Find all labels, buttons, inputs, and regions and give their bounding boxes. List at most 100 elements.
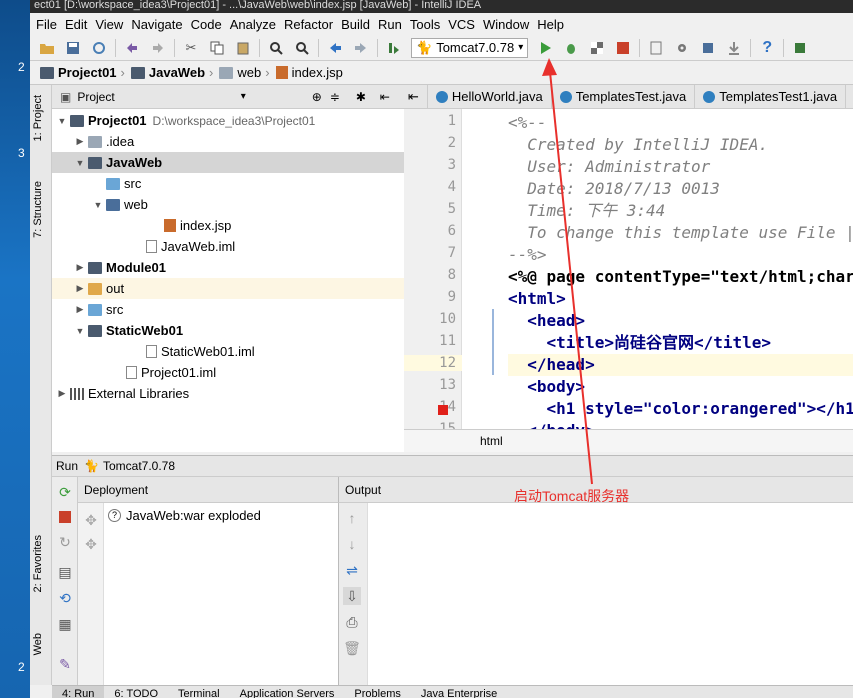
run-icon[interactable]	[535, 38, 555, 58]
menu-tools[interactable]: Tools	[406, 17, 444, 32]
chevron-down-icon[interactable]: ▾	[241, 91, 246, 102]
deployment-item[interactable]: ? JavaWeb:war exploded	[108, 508, 261, 523]
tree-item-idea[interactable]: ▶ .idea	[52, 131, 404, 152]
arrow-up-icon[interactable]: ↑	[343, 509, 361, 527]
collapsed-arrow-icon[interactable]: ▶	[56, 388, 68, 399]
tree-item-staticweb01[interactable]: ▼ StaticWeb01	[52, 320, 404, 341]
menu-code[interactable]: Code	[187, 17, 226, 32]
plugin-icon[interactable]	[790, 38, 810, 58]
tree-item-project01[interactable]: ▼ Project01 D:\workspace_idea3\Project01	[52, 110, 404, 131]
sdk-icon[interactable]	[698, 38, 718, 58]
tab-templatestest1[interactable]: TemplatesTest1.java	[695, 84, 847, 109]
bottom-tab-app-servers[interactable]: Application Servers	[230, 686, 345, 698]
tab-templatestest[interactable]: TemplatesTest.java	[552, 84, 696, 109]
menu-vcs[interactable]: VCS	[444, 17, 479, 32]
expanded-arrow-icon[interactable]: ▼	[74, 158, 86, 168]
tree-item-staticweb01-iml[interactable]: StaticWeb01.iml	[52, 341, 404, 362]
gear-icon[interactable]: ✱	[356, 90, 366, 104]
tree-item-project01-iml[interactable]: Project01.iml	[52, 362, 404, 383]
breadcrumb-project[interactable]: Project01	[38, 65, 117, 80]
menu-analyze[interactable]: Analyze	[226, 17, 280, 32]
bottom-tab-run[interactable]: 4: Run	[52, 686, 105, 698]
scroll-tabs-icon[interactable]: ⇤	[404, 84, 428, 109]
bottom-tab-todo[interactable]: 6: TODO	[104, 686, 168, 698]
tree-item-javaweb-iml[interactable]: JavaWeb.iml	[52, 236, 404, 257]
collapsed-arrow-icon[interactable]: ▶	[74, 262, 86, 273]
tree-item-src[interactable]: src	[52, 173, 404, 194]
debug-icon[interactable]	[561, 38, 581, 58]
update-icon[interactable]: ⟲	[56, 589, 74, 607]
tree-item-external-libraries[interactable]: ▶ External Libraries	[52, 383, 404, 404]
tab-structure[interactable]: 7: Structure	[32, 181, 44, 238]
undo-icon[interactable]	[122, 38, 142, 58]
collapsed-arrow-icon[interactable]: ▶	[74, 136, 86, 147]
tab-web[interactable]: Web	[32, 633, 44, 655]
menu-run[interactable]: Run	[374, 17, 406, 32]
collapse-icon[interactable]: ≑	[330, 90, 340, 104]
tree-item-src-root[interactable]: ▶ src	[52, 299, 404, 320]
breadcrumb-file[interactable]: index.jsp	[274, 65, 343, 80]
coverage-icon[interactable]	[587, 38, 607, 58]
sync-icon[interactable]	[89, 38, 109, 58]
download-icon[interactable]	[724, 38, 744, 58]
back-icon[interactable]	[325, 38, 345, 58]
dump-icon[interactable]: ▦	[56, 615, 74, 633]
menu-edit[interactable]: Edit	[61, 17, 91, 32]
rerun-icon[interactable]: ⟳	[56, 483, 74, 501]
tab-helloworld[interactable]: HelloWorld.java	[428, 84, 552, 109]
tree-item-javaweb[interactable]: ▼ JavaWeb	[52, 152, 404, 173]
trash-icon[interactable]: 🗑	[343, 639, 361, 657]
tree-item-index-jsp[interactable]: index.jsp	[52, 215, 404, 236]
deploy-all-icon[interactable]: ✥	[82, 511, 100, 529]
collapsed-arrow-icon[interactable]: ▶	[74, 283, 86, 294]
find-icon[interactable]	[266, 38, 286, 58]
redo-icon[interactable]	[148, 38, 168, 58]
bottom-tab-problems[interactable]: Problems	[344, 686, 410, 698]
project-panel-title[interactable]: Project	[77, 90, 114, 104]
scroll-to-end-icon[interactable]: ⇩	[343, 587, 361, 605]
paste-icon[interactable]	[233, 38, 253, 58]
open-folder-icon[interactable]	[37, 38, 57, 58]
help-icon[interactable]: ?	[757, 38, 777, 58]
tree-item-out[interactable]: ▶ out	[52, 278, 404, 299]
editor-breadcrumb[interactable]: html	[404, 429, 853, 452]
pin-icon[interactable]: ✎	[56, 655, 74, 673]
run-config-name[interactable]: Tomcat7.0.78	[103, 459, 175, 473]
restart-icon[interactable]: ↻	[56, 533, 74, 551]
menu-build[interactable]: Build	[337, 17, 374, 32]
menu-view[interactable]: View	[91, 17, 127, 32]
tree-item-module01[interactable]: ▶ Module01	[52, 257, 404, 278]
tab-favorites[interactable]: 2: Favorites	[32, 535, 44, 592]
save-icon[interactable]	[63, 38, 83, 58]
soft-wrap-icon[interactable]: ⇌	[343, 561, 361, 579]
settings-icon[interactable]	[672, 38, 692, 58]
replace-icon[interactable]	[292, 38, 312, 58]
locate-icon[interactable]: ⊕	[312, 90, 322, 104]
expanded-arrow-icon[interactable]: ▼	[56, 116, 68, 126]
output-console[interactable]	[368, 503, 853, 685]
collapsed-arrow-icon[interactable]: ▶	[74, 304, 86, 315]
menu-refactor[interactable]: Refactor	[280, 17, 337, 32]
menu-navigate[interactable]: Navigate	[127, 17, 186, 32]
breadcrumb-module[interactable]: JavaWeb	[129, 65, 205, 80]
menu-help[interactable]: Help	[533, 17, 568, 32]
run-config-dropdown[interactable]: 🐈 Tomcat7.0.78 ▾	[411, 37, 529, 58]
tab-project[interactable]: 1: Project	[32, 95, 44, 141]
tree-item-web[interactable]: ▼ web	[52, 194, 404, 215]
build-icon[interactable]	[384, 38, 404, 58]
project-structure-icon[interactable]	[646, 38, 666, 58]
forward-icon[interactable]	[351, 38, 371, 58]
print-icon[interactable]: ⎙	[343, 613, 361, 631]
bottom-tab-terminal[interactable]: Terminal	[168, 686, 230, 698]
breadcrumb-folder[interactable]: web	[217, 65, 261, 80]
expanded-arrow-icon[interactable]: ▼	[92, 200, 104, 210]
bottom-tab-java-enterprise[interactable]: Java Enterprise	[411, 686, 507, 698]
code-editor[interactable]: <%-- Created by IntelliJ IDEA. User: Adm…	[462, 109, 853, 429]
cut-icon[interactable]: ✂	[181, 38, 201, 58]
breakpoint-marker[interactable]	[438, 405, 448, 415]
menu-file[interactable]: File	[32, 17, 61, 32]
expanded-arrow-icon[interactable]: ▼	[74, 326, 86, 336]
undeploy-icon[interactable]: ✥	[82, 535, 100, 553]
layout-icon[interactable]: ▤	[56, 563, 74, 581]
copy-icon[interactable]	[207, 38, 227, 58]
